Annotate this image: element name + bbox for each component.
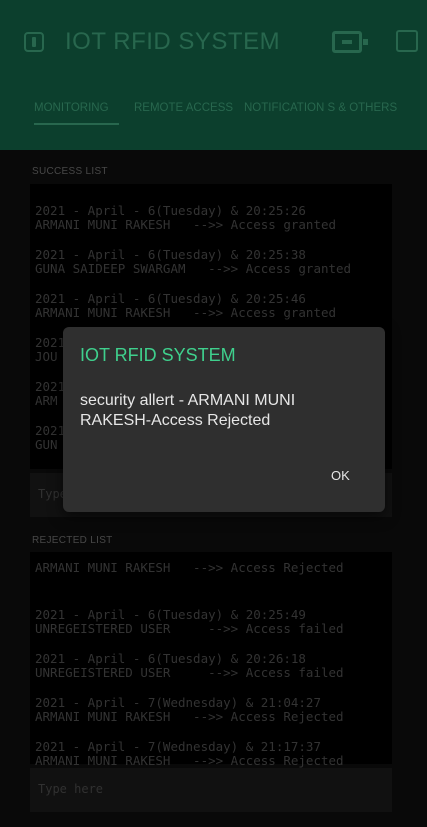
dialog-title: IOT RFID SYSTEM (80, 345, 236, 365)
dialog-message: security allert - ARMANI MUNI RAKESH-Acc… (80, 392, 296, 429)
ok-button[interactable]: OK (331, 468, 350, 483)
alert-dialog: IOT RFID SYSTEM security allert - ARMANI… (63, 327, 385, 512)
